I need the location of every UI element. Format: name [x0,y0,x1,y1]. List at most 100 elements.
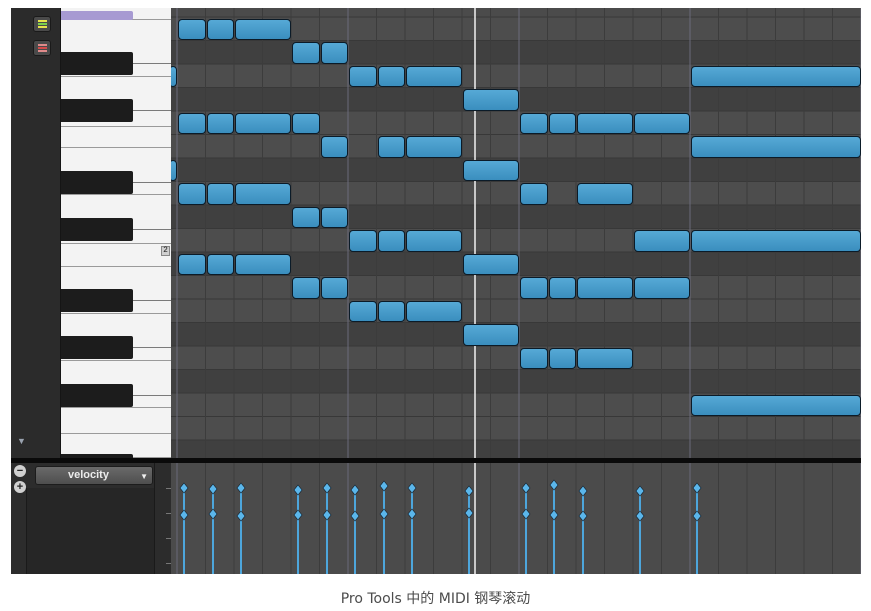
key-divider [133,182,171,183]
key-divider [133,63,171,64]
midi-note[interactable] [320,206,348,228]
midi-note[interactable] [520,347,548,369]
midi-note[interactable] [171,159,177,181]
midi-note[interactable] [377,300,405,322]
midi-note[interactable] [235,18,291,40]
controller-type-dropdown[interactable]: velocity ▼ [35,466,153,485]
midi-note[interactable] [406,300,462,322]
midi-note[interactable] [634,277,690,299]
midi-note[interactable] [206,18,234,40]
velocity-handle [179,482,189,494]
controller-lane-header: − + velocity ▼ [11,463,171,574]
midi-note[interactable] [520,183,548,205]
key-divider [133,395,171,396]
minus-circle-icon[interactable]: − [14,465,26,477]
midi-note[interactable] [349,300,377,322]
midi-note[interactable] [206,183,234,205]
white-key[interactable] [61,127,171,148]
midi-note[interactable] [178,18,206,40]
velocity-handle [322,482,332,494]
midi-note[interactable] [292,42,320,64]
velocity-handle [350,510,360,522]
pitch-row [171,416,861,440]
midi-note[interactable] [377,136,405,158]
black-key[interactable] [61,336,133,359]
pitch-row [171,299,861,323]
octave-label: 2 [161,246,170,256]
midi-note[interactable] [235,183,291,205]
note-grid[interactable] [171,8,861,458]
velocity-handle [350,484,360,496]
key-divider [133,229,171,230]
midi-note[interactable] [691,394,861,416]
black-key[interactable] [61,289,133,312]
black-key[interactable] [61,218,133,241]
midi-note[interactable] [377,65,405,87]
midi-note[interactable] [463,159,519,181]
midi-note[interactable] [178,253,206,275]
note-delete-toggle-button[interactable] [33,40,51,56]
midi-note[interactable] [406,136,462,158]
midi-note[interactable] [292,112,320,134]
midi-note[interactable] [548,347,576,369]
velocity-handle [521,508,531,520]
scroll-down-arrow-icon[interactable]: ▼ [17,436,26,446]
midi-note[interactable] [691,136,861,158]
midi-note[interactable] [320,136,348,158]
midi-note[interactable] [577,112,633,134]
lane-label-area [26,488,154,574]
white-key[interactable] [61,244,171,267]
midi-note[interactable] [178,183,206,205]
midi-note[interactable] [548,277,576,299]
midi-note[interactable] [634,112,690,134]
midi-note[interactable] [577,183,633,205]
red-lines-icon [38,44,47,52]
black-key[interactable] [61,52,133,75]
piano-keyboard[interactable]: 2 [61,8,171,458]
midi-note[interactable] [171,65,177,87]
velocity-handle [549,509,559,521]
midi-note[interactable] [406,230,462,252]
midi-note[interactable] [463,324,519,346]
black-key[interactable] [61,171,133,194]
velocity-handle [208,508,218,520]
midi-note[interactable] [691,65,861,87]
velocity-handle [379,480,389,492]
pitch-row [171,369,861,393]
midi-note[interactable] [577,277,633,299]
midi-note[interactable] [235,112,291,134]
midi-note[interactable] [463,253,519,275]
plus-circle-icon[interactable]: + [14,481,26,493]
black-key[interactable] [61,99,133,122]
midi-note[interactable] [206,253,234,275]
image-caption: Pro Tools 中的 MIDI 钢琴滚动 [340,591,531,607]
midi-note[interactable] [691,230,861,252]
velocity-handle [179,509,189,521]
pitch-row [171,440,861,458]
midi-note[interactable] [406,65,462,87]
midi-note[interactable] [634,230,690,252]
midi-note[interactable] [377,230,405,252]
dropdown-caret-icon: ▼ [140,472,148,481]
midi-note[interactable] [235,253,291,275]
white-key[interactable] [61,408,171,434]
midi-note[interactable] [320,277,348,299]
midi-note[interactable] [178,112,206,134]
midi-note[interactable] [520,112,548,134]
midi-note[interactable] [206,112,234,134]
black-key[interactable] [61,384,133,407]
green-lines-icon [38,20,47,28]
midi-note[interactable] [349,65,377,87]
pitch-row [171,40,861,64]
velocity-handle [407,482,417,494]
midi-note[interactable] [520,277,548,299]
midi-note[interactable] [548,112,576,134]
midi-note[interactable] [292,206,320,228]
midi-note[interactable] [320,42,348,64]
midi-note[interactable] [577,347,633,369]
midi-note[interactable] [463,89,519,111]
midi-note[interactable] [292,277,320,299]
note-view-toggle-button[interactable] [33,16,51,32]
velocity-lane[interactable] [171,463,861,574]
midi-note[interactable] [349,230,377,252]
